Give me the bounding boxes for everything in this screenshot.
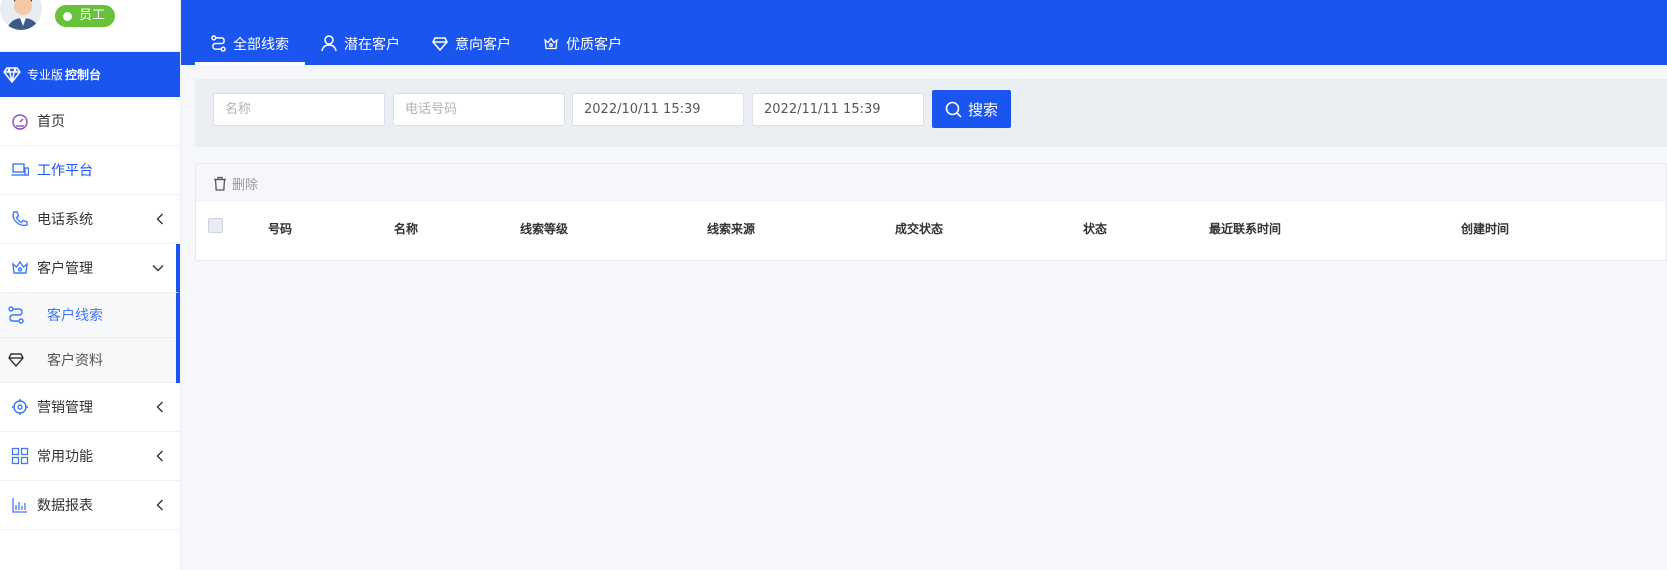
- route-icon: [8, 306, 24, 324]
- top-header: 全部线索 潜在客户 意向客户 优质客户: [181, 0, 1667, 65]
- chevron-down-icon: [152, 265, 164, 272]
- tab-label: 优质客户: [566, 36, 622, 53]
- sidebar-item-common[interactable]: 常用功能: [0, 432, 180, 481]
- delete-button[interactable]: 删除: [213, 174, 258, 193]
- user-icon: [321, 35, 337, 52]
- avatar[interactable]: [0, 0, 44, 32]
- bar-chart-icon: [11, 498, 27, 513]
- console-title: 控制台: [65, 68, 102, 82]
- sidebar-item-label: 工作平台: [37, 163, 93, 179]
- sidebar-item-marketing[interactable]: 营销管理: [0, 383, 180, 432]
- filter-panel: 名称 电话号码 2022/10/11 15:39 2022/11/11 15:3…: [195, 79, 1667, 147]
- crown-icon: [11, 260, 28, 274]
- chevron-left-icon: [156, 450, 163, 462]
- column-name[interactable]: 名称: [394, 220, 418, 237]
- tab-all-leads[interactable]: 全部线索: [195, 22, 305, 65]
- sidebar: 员工 专业版 控制台 首页 工作平台 电话系统 客户管理 客户线索 客户资料 营…: [0, 0, 181, 570]
- tab-quality-customers[interactable]: 优质客户: [527, 22, 638, 65]
- column-level[interactable]: 线索等级: [520, 220, 568, 237]
- column-status[interactable]: 状态: [1083, 220, 1107, 237]
- grid-icon: [11, 447, 28, 465]
- tab-label: 潜在客户: [344, 36, 400, 53]
- search-icon: [945, 101, 962, 118]
- customer-submenu: 客户线索 客户资料: [0, 293, 180, 383]
- end-date-input[interactable]: 2022/11/11 15:39: [752, 93, 924, 126]
- sidebar-subitem-leads[interactable]: 客户线索: [0, 293, 176, 338]
- tab-intent-customers[interactable]: 意向客户: [416, 22, 527, 65]
- sidebar-item-customer-management[interactable]: 客户管理: [0, 244, 180, 293]
- role-badge: 员工: [55, 5, 116, 27]
- sidebar-item-workbench[interactable]: 工作平台: [0, 146, 180, 195]
- phone-icon: [11, 211, 28, 227]
- tab-potential-customers[interactable]: 潜在客户: [305, 22, 416, 65]
- gem-icon: [432, 36, 448, 51]
- trash-icon: [214, 176, 226, 191]
- column-source[interactable]: 线索来源: [707, 220, 755, 237]
- crown-icon: [544, 37, 558, 50]
- sidebar-item-label: 首页: [37, 114, 65, 130]
- column-number[interactable]: 号码: [268, 220, 292, 237]
- start-date-input[interactable]: 2022/10/11 15:39: [572, 93, 744, 126]
- chevron-left-icon: [156, 401, 163, 413]
- search-button-label: 搜索: [967, 100, 998, 119]
- chevron-left-icon: [156, 213, 163, 225]
- sidebar-subitem-profile[interactable]: 客户资料: [0, 338, 176, 383]
- column-created[interactable]: 创建时间: [1461, 220, 1509, 237]
- column-deal-status[interactable]: 成交状态: [895, 220, 943, 237]
- tab-label: 全部线索: [233, 36, 289, 53]
- tab-label: 意向客户: [455, 36, 511, 53]
- console-bar[interactable]: 专业版 控制台: [0, 52, 180, 97]
- table-toolbar: 删除: [196, 164, 1666, 202]
- column-last-contact[interactable]: 最近联系时间: [1209, 220, 1281, 237]
- lead-tabs: 全部线索 潜在客户 意向客户 优质客户: [195, 22, 638, 65]
- role-label: 员工: [79, 8, 106, 23]
- console-prefix: 专业版: [27, 68, 64, 82]
- sidebar-subitem-label: 客户资料: [47, 353, 103, 369]
- dashboard-icon: [11, 114, 28, 130]
- leads-table: 删除 号码 名称 线索等级 线索来源 成交状态 状态 最近联系时间 创建时间: [195, 163, 1667, 261]
- user-area: 员工: [0, 0, 180, 52]
- delete-label: 删除: [232, 177, 259, 193]
- gem-icon: [8, 353, 24, 367]
- table-header: 号码 名称 线索等级 线索来源 成交状态 状态 最近联系时间 创建时间: [196, 202, 1666, 260]
- search-button[interactable]: 搜索: [932, 90, 1011, 128]
- select-all-checkbox[interactable]: [208, 218, 223, 233]
- chevron-left-icon: [156, 499, 163, 511]
- route-icon: [211, 35, 226, 52]
- phone-input[interactable]: 电话号码: [393, 93, 565, 126]
- name-input[interactable]: 名称: [213, 93, 385, 126]
- sidebar-item-phone[interactable]: 电话系统: [0, 195, 180, 244]
- status-dot-icon: [63, 11, 72, 21]
- sidebar-subitem-label: 客户线索: [47, 308, 103, 324]
- diamond-icon: [3, 66, 21, 83]
- target-icon: [11, 399, 28, 415]
- laptop-icon: [11, 163, 29, 176]
- sidebar-item-home[interactable]: 首页: [0, 97, 180, 146]
- sidebar-item-reports[interactable]: 数据报表: [0, 481, 180, 530]
